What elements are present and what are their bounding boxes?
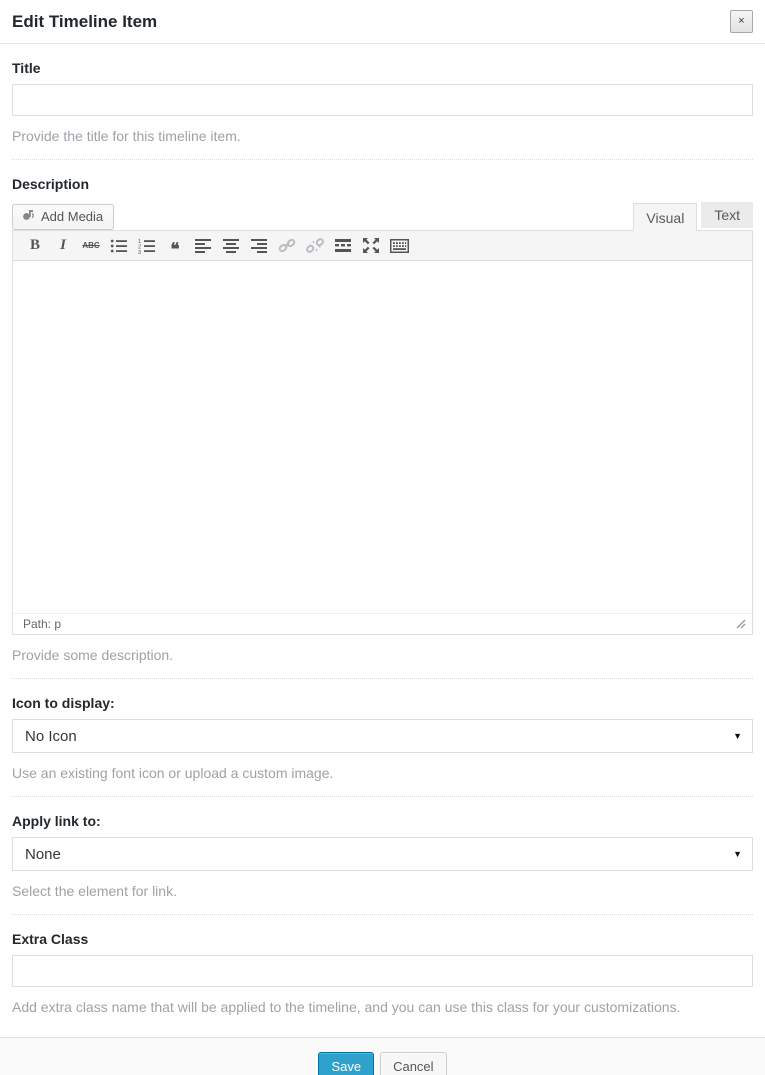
save-button[interactable]: Save: [318, 1052, 374, 1075]
description-label: Description: [12, 176, 753, 192]
link-icon: [278, 238, 296, 254]
apply-link-value: None: [25, 846, 61, 863]
separator: [12, 678, 753, 679]
icon-select-help: Use an existing font icon or upload a cu…: [12, 765, 753, 781]
align-left-button[interactable]: [189, 233, 217, 259]
add-media-label: Add Media: [41, 209, 103, 224]
editor-mode-tabs: Visual Text: [633, 202, 753, 230]
align-left-icon: [195, 239, 212, 253]
keyboard-icon: [390, 239, 409, 253]
strikethrough-icon: ABC: [82, 241, 99, 250]
align-center-button[interactable]: [217, 233, 245, 259]
more-tag-icon: [335, 239, 352, 252]
title-input[interactable]: [12, 84, 753, 116]
media-icon: [21, 208, 36, 225]
tab-visual-label: Visual: [646, 210, 684, 226]
editor-path-status: Path: p: [23, 617, 61, 631]
apply-link-select[interactable]: None ▼: [12, 837, 753, 871]
bold-icon: B: [30, 237, 40, 254]
dialog-header: Edit Timeline Item ×: [0, 0, 765, 44]
title-help: Provide the title for this timeline item…: [12, 128, 753, 144]
editor-content-area[interactable]: [13, 261, 752, 613]
blockquote-button[interactable]: ❝: [161, 233, 189, 259]
numbered-list-icon: 123: [138, 238, 156, 254]
wysiwyg-editor: B I ABC 123 ❝: [12, 230, 753, 635]
close-icon: ×: [738, 15, 744, 27]
icon-select[interactable]: No Icon ▼: [12, 719, 753, 753]
fullscreen-button[interactable]: [357, 233, 385, 259]
align-center-icon: [223, 239, 240, 253]
strikethrough-button[interactable]: ABC: [77, 233, 105, 259]
remove-link-button[interactable]: [301, 233, 329, 259]
title-label: Title: [12, 60, 753, 76]
separator: [12, 914, 753, 915]
icon-select-value: No Icon: [25, 728, 77, 745]
apply-link-label: Apply link to:: [12, 813, 753, 829]
italic-icon: I: [60, 237, 66, 254]
italic-button[interactable]: I: [49, 233, 77, 259]
dialog-footer: Save Cancel: [0, 1037, 765, 1075]
editor-toolbar: B I ABC 123 ❝: [13, 231, 752, 261]
chevron-down-icon: ▼: [733, 731, 742, 741]
align-right-button[interactable]: [245, 233, 273, 259]
tab-visual[interactable]: Visual: [633, 203, 697, 231]
resize-handle[interactable]: [734, 617, 746, 632]
extra-class-input[interactable]: [12, 955, 753, 987]
cancel-button[interactable]: Cancel: [380, 1052, 446, 1075]
add-media-button[interactable]: Add Media: [12, 204, 114, 230]
fullscreen-icon: [363, 238, 379, 253]
blockquote-icon: ❝: [170, 245, 179, 255]
unlink-icon: [306, 238, 324, 254]
dialog-body: Title Provide the title for this timelin…: [0, 60, 765, 1015]
icon-select-label: Icon to display:: [12, 695, 753, 711]
toolbar-toggle-button[interactable]: [385, 233, 413, 259]
extra-class-label: Extra Class: [12, 931, 753, 947]
separator: [12, 159, 753, 160]
close-button[interactable]: ×: [730, 10, 753, 33]
description-help: Provide some description.: [12, 647, 753, 663]
page-title: Edit Timeline Item: [12, 12, 157, 32]
bold-button[interactable]: B: [21, 233, 49, 259]
tab-text-label: Text: [714, 207, 740, 223]
svg-text:3: 3: [138, 250, 141, 254]
insert-link-button[interactable]: [273, 233, 301, 259]
chevron-down-icon: ▼: [733, 849, 742, 859]
extra-class-help: Add extra class name that will be applie…: [12, 999, 753, 1015]
numbered-list-button[interactable]: 123: [133, 233, 161, 259]
more-tag-button[interactable]: [329, 233, 357, 259]
bullet-list-icon: [110, 238, 128, 254]
editor-statusbar: Path: p: [13, 613, 752, 634]
resize-grip-icon: [734, 617, 746, 629]
separator: [12, 796, 753, 797]
align-right-icon: [251, 239, 268, 253]
editor-header: Add Media Visual Text: [12, 202, 753, 230]
bullet-list-button[interactable]: [105, 233, 133, 259]
tab-text[interactable]: Text: [701, 202, 753, 228]
apply-link-help: Select the element for link.: [12, 883, 753, 899]
